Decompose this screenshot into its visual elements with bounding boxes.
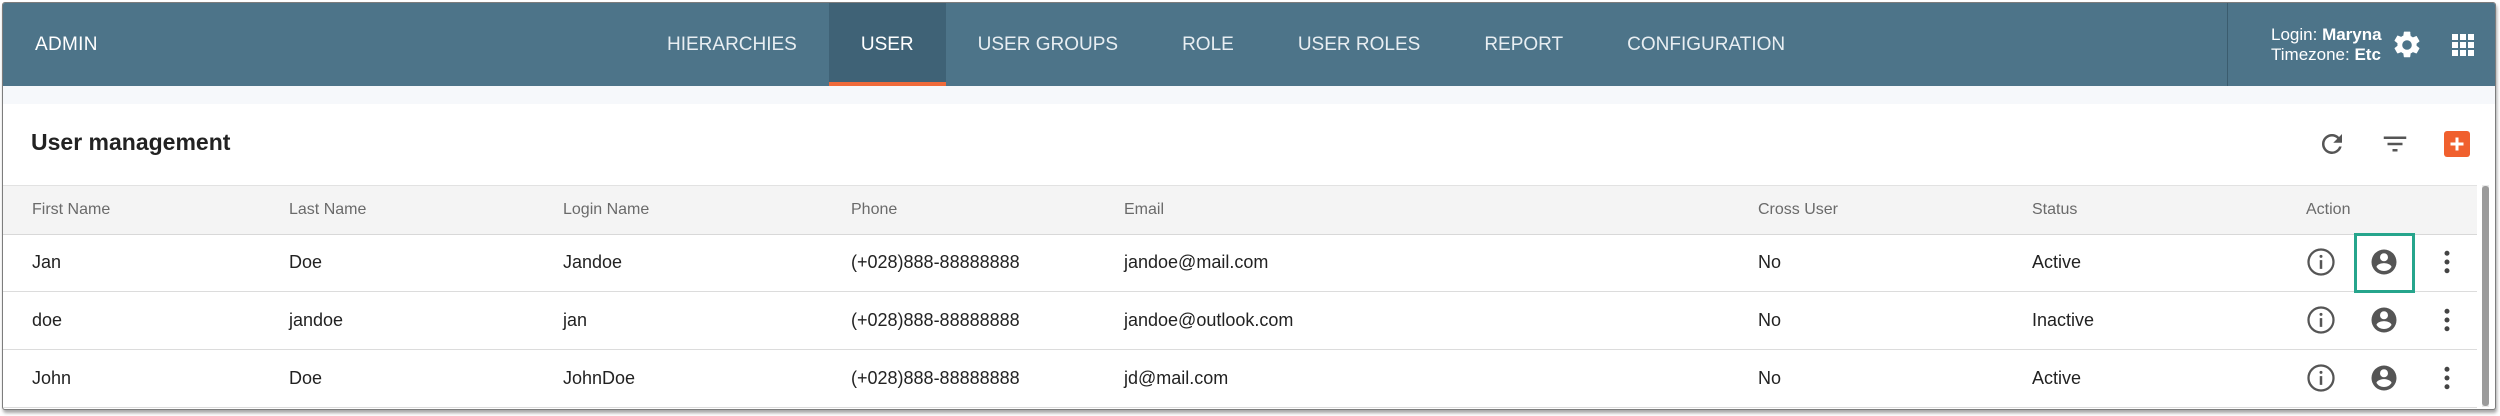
col-cross-user[interactable]: Cross User [1758,186,1838,234]
tab-user-groups[interactable]: USER GROUPS [946,3,1150,86]
table-row[interactable]: Jan Doe Jandoe (+028)888-88888888 jandoe… [3,234,2477,292]
scrollbar-thumb[interactable] [2482,186,2489,406]
col-first-name[interactable]: First Name [32,186,110,234]
col-action: Action [2306,201,2351,218]
cell-last-name: Doe [289,252,323,272]
navbar-divider [2227,3,2228,86]
cell-status: Active [2032,252,2082,272]
subheader-band [3,86,2495,104]
cell-status: Active [2032,368,2082,388]
table-row[interactable]: doe jandoe jan (+028)888-88888888 jandoe… [3,292,2477,350]
login-value: Maryna [2322,25,2382,44]
apps-grid-icon[interactable] [2451,33,2475,57]
user-info: Login: Maryna Timezone: Etc [2271,25,2382,65]
info-icon[interactable] [2306,305,2336,335]
col-email[interactable]: Email [1124,186,1164,234]
table-header: First Name Last Name Login Name Phone Em… [3,185,2477,235]
cell-login-name: Jandoe [563,252,623,272]
col-login-name[interactable]: Login Name [563,186,649,234]
more-vertical-icon[interactable] [2432,363,2462,393]
cell-email: jd@mail.com [1124,368,1229,388]
cell-login-name: JohnDoe [563,368,636,388]
timezone-value: Etc [2354,45,2381,64]
tab-user[interactable]: USER [828,3,946,86]
user-profile-icon[interactable] [2369,363,2399,393]
add-user-button[interactable] [2444,131,2470,157]
cell-first-name: John [32,368,72,388]
col-last-name[interactable]: Last Name [289,186,366,234]
filter-icon[interactable] [2380,129,2410,159]
user-profile-icon[interactable] [2369,247,2399,277]
tab-user-roles[interactable]: USER ROLES [1266,3,1452,86]
cell-last-name: Doe [289,368,323,388]
cell-status: Inactive [2032,310,2095,330]
user-profile-icon[interactable] [2369,305,2399,335]
more-vertical-icon[interactable] [2432,247,2462,277]
cell-cross-user: No [1758,252,1782,272]
gear-icon[interactable] [2391,29,2423,61]
more-vertical-icon[interactable] [2432,305,2462,335]
cell-phone: (+028)888-88888888 [851,310,1020,330]
cell-phone: (+028)888-88888888 [851,368,1020,388]
cell-email: jandoe@mail.com [1124,252,1269,272]
cell-last-name: jandoe [289,310,344,330]
table-row[interactable]: John Doe JohnDoe (+028)888-88888888 jd@m… [3,350,2477,408]
cell-cross-user: No [1758,368,1782,388]
tab-report[interactable]: REPORT [1452,3,1595,86]
app-window: ADMIN HIERARCHIES USER USER GROUPS ROLE … [2,2,2496,410]
cell-cross-user: No [1758,310,1782,330]
timezone-label: Timezone: [2271,45,2350,64]
cell-phone: (+028)888-88888888 [851,252,1020,272]
cell-login-name: jan [563,310,588,330]
col-status[interactable]: Status [2032,186,2077,234]
tab-role[interactable]: ROLE [1150,3,1266,86]
col-phone[interactable]: Phone [851,186,897,234]
refresh-icon[interactable] [2317,129,2347,159]
cell-first-name: doe [32,310,63,330]
app-brand[interactable]: ADMIN [35,3,98,86]
top-navbar: ADMIN HIERARCHIES USER USER GROUPS ROLE … [3,3,2495,86]
cell-first-name: Jan [32,252,62,272]
info-icon[interactable] [2306,247,2336,277]
main-nav: HIERARCHIES USER USER GROUPS ROLE USER R… [635,3,1817,86]
cell-email: jandoe@outlook.com [1124,310,1294,330]
tab-hierarchies[interactable]: HIERARCHIES [635,3,829,86]
page-title: User management [31,129,231,155]
info-icon[interactable] [2306,363,2336,393]
login-label: Login: [2271,25,2318,44]
tab-configuration[interactable]: CONFIGURATION [1595,3,1817,86]
